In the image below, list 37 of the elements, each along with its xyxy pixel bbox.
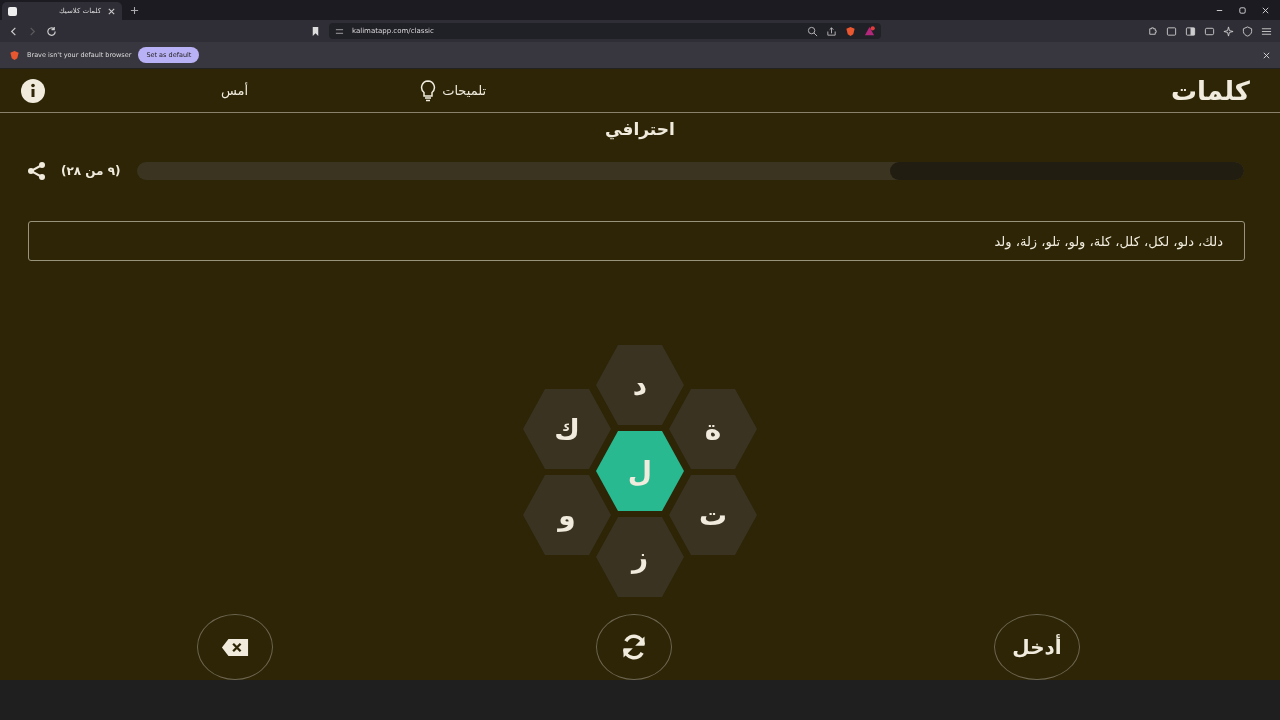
wallet-icon[interactable] [1204, 25, 1215, 37]
site-settings-icon[interactable] [335, 26, 344, 36]
back-icon[interactable] [8, 25, 19, 37]
rewards-icon[interactable] [864, 25, 875, 37]
level-title: احترافي [604, 119, 676, 139]
tab-search-icon[interactable] [1166, 25, 1177, 37]
sidebar-icon[interactable] [1185, 25, 1196, 37]
backspace-icon [221, 637, 249, 657]
close-icon[interactable] [1261, 5, 1270, 15]
reload-icon[interactable] [46, 25, 57, 37]
info-icon[interactable] [21, 78, 45, 103]
tab-favicon-icon [8, 6, 17, 16]
letter-tile[interactable]: و [523, 475, 611, 555]
shield-icon[interactable] [845, 25, 856, 37]
enter-button[interactable]: أدخل [994, 614, 1080, 680]
letter-tile[interactable]: ك [523, 389, 611, 469]
app-logo: كلمات [1170, 75, 1250, 106]
menu-icon[interactable] [1261, 25, 1272, 37]
vpn-icon[interactable] [1242, 25, 1253, 37]
zoom-icon[interactable] [807, 25, 818, 37]
hints-button[interactable]: تلميحات [414, 78, 493, 103]
close-tab-icon[interactable] [107, 6, 116, 16]
progress-count: (٩ من ٢٨) [61, 164, 121, 178]
found-words-list: دلك، دلو، لكل، كلل، كلة، ولو، تلو، زلة، ولد [994, 233, 1223, 249]
new-tab-icon[interactable] [130, 5, 139, 15]
share-icon[interactable] [826, 25, 837, 37]
letter-tile[interactable]: ز [596, 517, 684, 597]
letter-tile[interactable]: ة [669, 389, 757, 469]
letter-tile[interactable]: ت [669, 475, 757, 555]
restore-icon[interactable] [1238, 5, 1247, 15]
share-icon[interactable] [27, 161, 47, 181]
bookmark-icon[interactable] [310, 25, 321, 37]
sparkle-icon[interactable] [1223, 25, 1234, 37]
letter-tile[interactable]: د [596, 345, 684, 425]
yesterday-link[interactable]: أمس [215, 82, 255, 99]
close-infobar-icon[interactable] [1262, 50, 1271, 60]
lightbulb-icon [420, 79, 437, 102]
